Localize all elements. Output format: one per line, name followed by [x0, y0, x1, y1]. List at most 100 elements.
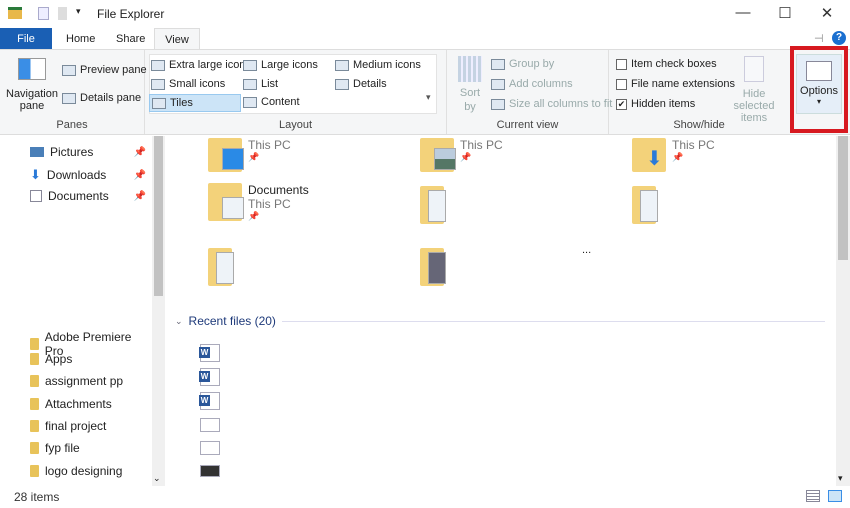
layout-small-icons[interactable]: Small icons [151, 78, 225, 90]
documents-icon [30, 190, 42, 202]
layout-medium-icons[interactable]: Medium icons [335, 59, 421, 71]
downloads-folder-icon: ⬇ [632, 138, 666, 172]
file-icon[interactable] [200, 465, 220, 477]
folder-icon [30, 398, 39, 410]
folder-icon [420, 248, 446, 286]
tab-home[interactable]: Home [56, 28, 100, 50]
layout-tiles[interactable]: Tiles [149, 94, 241, 112]
preview-pane-button[interactable]: Preview pane [62, 64, 147, 76]
nav-folder[interactable]: assignment pp [30, 374, 150, 388]
maximize-button[interactable]: ☐ [770, 4, 800, 24]
group-by-icon [491, 58, 505, 70]
tab-file[interactable]: File [0, 28, 52, 50]
layout-scroll-more[interactable]: ▾ [426, 92, 431, 103]
file-name-extensions[interactable]: File name extensions [616, 78, 735, 90]
details-pane-button[interactable]: Details pane [62, 92, 141, 104]
nav-item-pictures[interactable]: Pictures 📌 [30, 145, 150, 159]
layout-extra-large-icons[interactable]: Extra large icons [151, 59, 251, 71]
nav-scroll-thumb[interactable] [154, 136, 163, 296]
nav-label: assignment pp [45, 374, 124, 388]
layout-list[interactable]: List [243, 78, 278, 90]
tile-folder[interactable] [420, 248, 446, 286]
properties-icon[interactable] [38, 7, 49, 20]
folder-icon [30, 338, 39, 350]
tab-share[interactable]: Share [106, 28, 152, 50]
layout-large-icons[interactable]: Large icons [243, 59, 318, 71]
hidden-items[interactable]: ✔ Hidden items [616, 98, 695, 110]
scroll-down-arrow[interactable]: ⌄ [153, 473, 161, 484]
layout-label: Content [261, 96, 300, 108]
ribbon-tabs: File Home Share View ⊣ ? [0, 28, 850, 50]
nav-folder[interactable]: final project [30, 419, 150, 433]
hide-selected-button[interactable]: Hide selected items [725, 56, 783, 124]
tile-location: This PC [672, 138, 715, 152]
layout-content[interactable]: Content [243, 96, 300, 108]
pin-ribbon-icon[interactable]: ⊣ [814, 32, 824, 45]
folder-icon [30, 465, 39, 477]
nav-folder[interactable]: Attachments [30, 397, 150, 411]
content-scrollbar[interactable]: ▾ [836, 136, 850, 486]
add-columns-button[interactable]: Add columns [491, 78, 573, 90]
nav-scrollbar[interactable]: ⌄ [152, 136, 165, 486]
checkbox-checked[interactable]: ✔ [616, 98, 627, 110]
file-icon[interactable] [200, 418, 220, 432]
group-by-button[interactable]: Group by [491, 58, 554, 70]
nav-folder[interactable]: fyp file [30, 441, 150, 455]
tile-pictures[interactable]: This PC 📌 [420, 138, 503, 172]
tile-location: This PC [248, 138, 291, 152]
checkbox[interactable] [616, 78, 627, 90]
new-folder-icon[interactable] [58, 7, 67, 20]
size-columns-icon [491, 98, 505, 110]
tiles-icon [152, 97, 166, 109]
tab-view[interactable]: View [154, 28, 200, 50]
ellipsis: ... [582, 244, 592, 256]
large-icons-view-icon[interactable] [828, 490, 842, 502]
nav-label: Documents [48, 189, 109, 203]
word-file-icon[interactable] [199, 368, 220, 386]
tile-folder[interactable] [420, 186, 446, 224]
nav-folder[interactable]: logo designing [30, 464, 150, 478]
tile-documents[interactable]: Documents This PC 📌 [208, 183, 309, 222]
layout-label: Small icons [169, 78, 226, 90]
medium-icons-icon [335, 59, 349, 71]
close-button[interactable]: ✕ [812, 4, 842, 24]
nav-folder[interactable]: Apps [30, 352, 150, 366]
nav-label: Apps [45, 352, 73, 366]
details-icon [335, 78, 349, 90]
layout-label: Tiles [170, 97, 193, 109]
tile-downloads[interactable]: ⬇ This PC 📌 [632, 138, 715, 172]
nav-label: Pictures [50, 145, 94, 159]
help-icon[interactable]: ? [832, 31, 846, 45]
sort-by-button[interactable]: Sort by [455, 56, 485, 114]
word-file-icon[interactable] [199, 392, 220, 410]
nav-item-downloads[interactable]: ⬇ Downloads 📌 [30, 167, 150, 183]
minimize-button[interactable]: — [728, 4, 758, 24]
extra-large-icons-icon [151, 59, 165, 71]
file-icon[interactable] [200, 441, 220, 455]
nav-item-documents[interactable]: Documents 📌 [30, 189, 150, 203]
layout-label: Extra large icons [169, 59, 251, 71]
tile-folder[interactable] [208, 248, 234, 286]
word-file-icon[interactable] [199, 344, 220, 362]
scroll-down-arrow[interactable]: ▾ [838, 473, 843, 484]
content-scroll-thumb[interactable] [838, 136, 848, 260]
tile-folder[interactable] [632, 186, 658, 224]
recent-files-header[interactable]: ⌄ Recent files (20) [175, 314, 825, 328]
folder-icon [632, 186, 658, 224]
sort-icon [458, 56, 482, 82]
nav-label: Downloads [46, 168, 107, 182]
pin-icon: 📌 [133, 146, 146, 158]
small-icons-icon [151, 78, 165, 90]
nav-label: final project [45, 419, 107, 433]
tile-desktop[interactable]: This PC 📌 [208, 138, 291, 172]
customize-toolbar-icon[interactable]: ▾ [76, 6, 81, 17]
panes-label: Panes [56, 119, 88, 131]
documents-folder-icon [208, 183, 244, 221]
layout-details[interactable]: Details [335, 78, 387, 90]
size-columns-button[interactable]: Size all columns to fit [491, 98, 612, 110]
navigation-pane-button[interactable]: Navigation pane [6, 58, 58, 112]
checkbox[interactable] [616, 58, 627, 70]
details-view-icon[interactable] [806, 490, 820, 502]
add-columns-icon [491, 78, 505, 90]
item-check-boxes[interactable]: Item check boxes [616, 58, 717, 70]
